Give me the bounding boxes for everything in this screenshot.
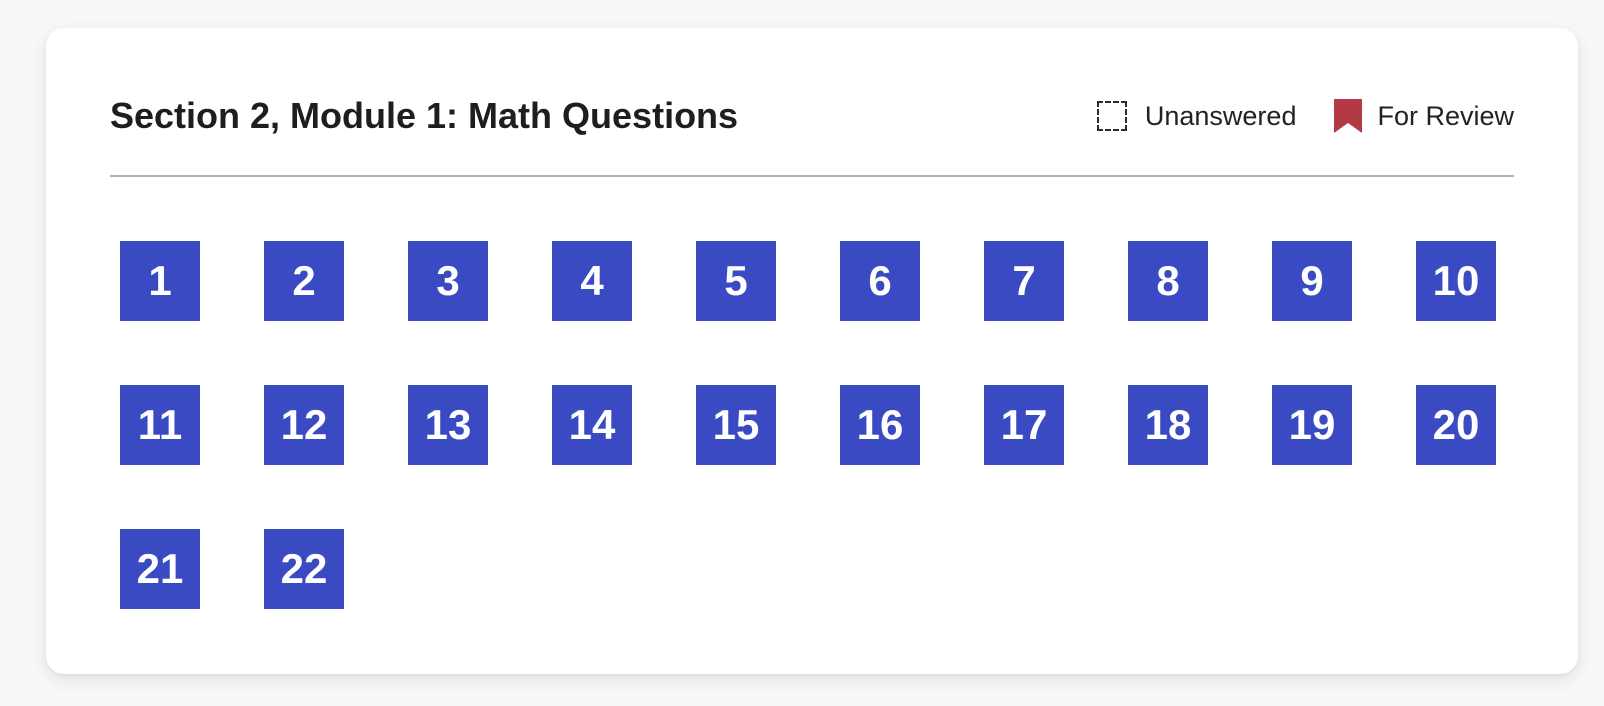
question-button-1[interactable]: 1 [120,241,200,321]
question-button-20[interactable]: 20 [1416,385,1496,465]
question-button-12[interactable]: 12 [264,385,344,465]
legend: Unanswered For Review [1096,90,1514,142]
question-button-3[interactable]: 3 [408,241,488,321]
header-divider [110,175,1514,177]
question-button-15[interactable]: 15 [696,385,776,465]
question-button-6[interactable]: 6 [840,241,920,321]
legend-for-review-label: For Review [1377,100,1514,131]
legend-for-review: For Review [1334,99,1514,133]
legend-unanswered: Unanswered [1096,100,1297,132]
question-button-5[interactable]: 5 [696,241,776,321]
question-button-4[interactable]: 4 [552,241,632,321]
bookmark-icon [1334,99,1363,133]
navigator-header: Section 2, Module 1: Math Questions Unan… [110,90,1514,142]
question-button-21[interactable]: 21 [120,529,200,609]
question-button-7[interactable]: 7 [984,241,1064,321]
question-button-14[interactable]: 14 [552,385,632,465]
question-button-11[interactable]: 11 [120,385,200,465]
question-navigator-card: Section 2, Module 1: Math Questions Unan… [46,28,1578,674]
question-button-8[interactable]: 8 [1128,241,1208,321]
question-button-19[interactable]: 19 [1272,385,1352,465]
legend-unanswered-label: Unanswered [1144,100,1297,131]
question-button-18[interactable]: 18 [1128,385,1208,465]
question-grid: 1 2 3 4 5 6 7 8 9 10 11 12 13 14 15 16 1… [120,241,1496,609]
question-button-10[interactable]: 10 [1416,241,1496,321]
question-button-2[interactable]: 2 [264,241,344,321]
section-title: Section 2, Module 1: Math Questions [110,95,739,136]
question-button-17[interactable]: 17 [984,385,1064,465]
question-button-9[interactable]: 9 [1272,241,1352,321]
question-button-16[interactable]: 16 [840,385,920,465]
question-button-13[interactable]: 13 [408,385,488,465]
question-button-22[interactable]: 22 [264,529,344,609]
dashed-square-icon [1096,101,1127,131]
